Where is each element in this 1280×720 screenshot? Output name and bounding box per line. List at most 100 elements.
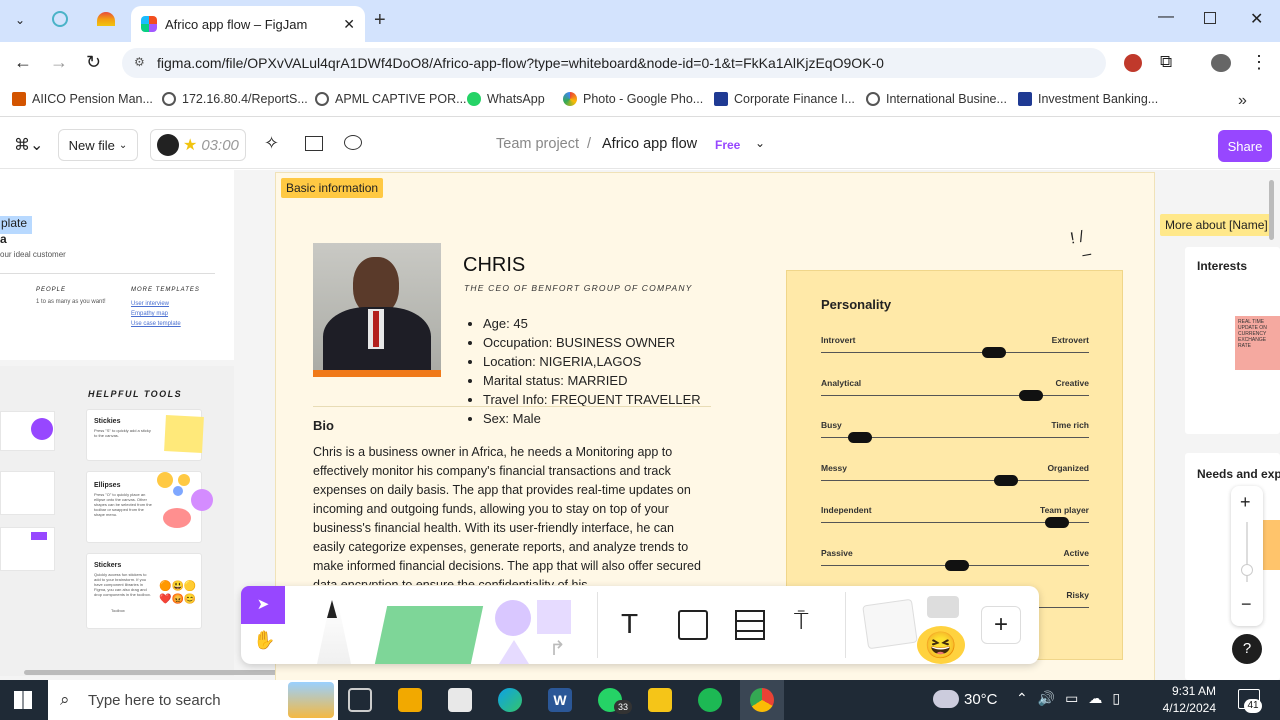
- more-about-label[interactable]: More about [Name]: [1160, 214, 1273, 236]
- file-name[interactable]: Africo app flow: [602, 136, 697, 152]
- chevron-down-icon[interactable]: ⌄: [755, 136, 765, 150]
- slider-right-label: Time rich: [1051, 420, 1089, 430]
- figma-menu-icon[interactable]: ⌘⌄: [14, 135, 43, 155]
- weather-cloud-icon[interactable]: [933, 690, 959, 708]
- restore-icon[interactable]: [1204, 12, 1216, 24]
- slider-left-label: Messy: [821, 462, 847, 473]
- camera-widget-icon[interactable]: [927, 596, 959, 618]
- bookmark-item[interactable]: 172.16.80.4/ReportS...: [162, 92, 308, 106]
- circle-shape-icon[interactable]: [495, 600, 531, 636]
- tool-card-ellipses[interactable]: Ellipses Press "O" to quickly place an e…: [86, 471, 213, 543]
- more-tools-icon[interactable]: +: [981, 606, 1021, 644]
- timer-widget[interactable]: ★ 03:00: [150, 129, 246, 161]
- personality-slider[interactable]: Introvert Extrovert: [821, 335, 1089, 375]
- bookmark-item[interactable]: AIICO Pension Man...: [12, 92, 153, 106]
- zoom-in-icon[interactable]: +: [1240, 492, 1251, 513]
- windows-start-icon[interactable]: [14, 691, 32, 709]
- personality-slider[interactable]: Busy Time rich: [821, 420, 1089, 460]
- extensions-puzzle-icon[interactable]: ⧉: [1160, 52, 1172, 72]
- system-tray-icons[interactable]: ⌃🔊▭☁▯: [1016, 690, 1130, 707]
- personality-slider[interactable]: Analytical Creative: [821, 378, 1089, 418]
- emoji-sticker-icon[interactable]: 😆: [917, 626, 965, 664]
- persona-photo[interactable]: [313, 243, 441, 377]
- sticky-tool-icon[interactable]: [374, 606, 484, 664]
- mail-icon[interactable]: [448, 688, 472, 712]
- slider-knob[interactable]: [982, 347, 1007, 358]
- tab-search-chevron-icon[interactable]: ⌄: [10, 10, 30, 30]
- section-tool-icon[interactable]: [678, 610, 708, 640]
- breadcrumb-team[interactable]: Team project: [496, 136, 579, 152]
- bookmark-item[interactable]: WhatsApp: [467, 92, 545, 106]
- pinned-tab-rainbow-icon[interactable]: [97, 12, 115, 26]
- weather-temp[interactable]: 30°C: [964, 691, 998, 708]
- vertical-scrollbar[interactable]: [1269, 180, 1274, 240]
- templates-icon[interactable]: [305, 136, 323, 151]
- reload-icon[interactable]: ↻: [86, 52, 101, 73]
- stamp-tool-icon[interactable]: ⍑: [794, 608, 808, 636]
- zoom-slider-handle[interactable]: [1241, 564, 1253, 576]
- edge-icon[interactable]: [498, 688, 522, 712]
- slider-knob[interactable]: [994, 474, 1019, 486]
- bookmark-item[interactable]: Corporate Finance I...: [714, 92, 855, 106]
- template-link[interactable]: User interview: [131, 299, 181, 309]
- window-close-icon[interactable]: ✕: [1250, 9, 1263, 29]
- horizontal-scrollbar[interactable]: [24, 670, 294, 675]
- sticky-note[interactable]: REAL TIME UPDATE ON CURRENCY EXCHANGE RA…: [1235, 316, 1280, 370]
- text-tool-icon[interactable]: T: [621, 608, 638, 640]
- template-link[interactable]: Use case template: [131, 319, 181, 329]
- tool-card-stickies[interactable]: Stickies Press "S" to quickly add a stic…: [86, 409, 204, 461]
- pinned-tab-icon[interactable]: [52, 11, 68, 27]
- helpful-tools-heading: HELPFUL TOOLS: [88, 389, 183, 399]
- profile-avatar[interactable]: [1211, 54, 1231, 72]
- section-label[interactable]: Basic information: [281, 178, 384, 198]
- template-link[interactable]: Empathy map: [131, 309, 181, 319]
- new-tab-icon[interactable]: +: [374, 9, 386, 32]
- hand-tool-icon[interactable]: ✋: [253, 630, 275, 651]
- clock-date[interactable]: 4/12/2024: [1160, 701, 1216, 715]
- store-icon[interactable]: [398, 688, 422, 712]
- bookmark-item[interactable]: International Busine...: [866, 92, 1007, 106]
- table-tool-icon[interactable]: [735, 610, 765, 640]
- tool-card-stickers[interactable]: Stickers Quickly access fun stickers to …: [86, 553, 202, 629]
- bookmark-item[interactable]: APML CAPTIVE POR...: [315, 92, 467, 106]
- slider-knob[interactable]: [945, 559, 970, 571]
- extension-icon[interactable]: [1124, 54, 1142, 72]
- jambot-widget-icon[interactable]: [862, 598, 918, 650]
- tab-figjam[interactable]: Africo app flow – FigJam ✕: [131, 6, 365, 42]
- bookmark-item[interactable]: Investment Banking...: [1018, 92, 1158, 106]
- triangle-shape-icon[interactable]: [499, 640, 529, 664]
- more-bookmarks-icon[interactable]: »: [1238, 92, 1247, 110]
- word-icon[interactable]: W: [548, 688, 572, 712]
- close-tab-icon[interactable]: ✕: [343, 16, 355, 33]
- back-icon[interactable]: ←: [14, 52, 32, 73]
- file-explorer-icon[interactable]: [648, 688, 672, 712]
- clock-time[interactable]: 9:31 AM: [1168, 684, 1216, 698]
- ai-sparkle-icon[interactable]: ✧: [264, 133, 279, 154]
- forward-icon[interactable]: →: [50, 52, 68, 73]
- chrome-menu-icon[interactable]: ⋮: [1250, 52, 1268, 73]
- share-button[interactable]: Share: [1218, 130, 1272, 162]
- taskbar-active-app[interactable]: [740, 680, 784, 720]
- personality-slider[interactable]: Passive Active: [821, 548, 1089, 588]
- cursor-tool-icon[interactable]: ➤: [241, 586, 285, 624]
- personality-slider[interactable]: Independent Team player: [821, 505, 1089, 545]
- slider-knob[interactable]: [1018, 389, 1043, 401]
- site-info-icon[interactable]: ⚙: [134, 55, 145, 69]
- task-view-icon[interactable]: [348, 688, 372, 712]
- new-file-button[interactable]: New file ⌄: [58, 129, 138, 161]
- slider-left-label: Busy: [821, 420, 842, 430]
- square-shape-icon[interactable]: [537, 600, 571, 634]
- fact-item: Sex: Male: [483, 409, 701, 428]
- help-icon[interactable]: ?: [1232, 634, 1262, 664]
- comment-icon[interactable]: [344, 135, 362, 150]
- slider-knob[interactable]: [1045, 517, 1070, 528]
- spotify-icon[interactable]: [698, 688, 722, 712]
- zoom-out-icon[interactable]: −: [1241, 594, 1252, 615]
- connector-arrow-icon[interactable]: ↱: [549, 636, 566, 661]
- personality-slider[interactable]: Messy Organized: [821, 463, 1089, 503]
- address-bar[interactable]: ⚙ figma.com/file/OPXvVALul4qrA1DWf4DoO8/…: [122, 48, 1106, 78]
- taskbar-search-box[interactable]: ⌕ Type here to search: [48, 680, 338, 720]
- slider-knob[interactable]: [847, 432, 872, 443]
- minimize-icon[interactable]: —: [1158, 8, 1174, 26]
- bookmark-item[interactable]: Photo - Google Pho...: [563, 92, 703, 106]
